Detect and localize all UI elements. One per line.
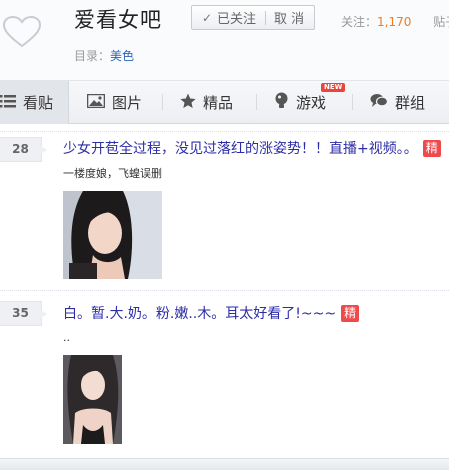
tab-featured[interactable]: 精品 — [180, 81, 233, 124]
thread-thumbnail[interactable] — [63, 191, 162, 279]
forum-avatar[interactable] — [0, 0, 52, 66]
catalog-label: 目录： — [74, 49, 111, 63]
bottom-bar — [0, 458, 449, 470]
row-divider — [0, 290, 449, 292]
featured-badge: 精 — [422, 140, 441, 157]
catalog: 目录：美色 — [74, 47, 134, 64]
unfollow-button[interactable]: 取 消 — [274, 8, 304, 27]
forum-title[interactable]: 爱看女吧 — [74, 4, 162, 34]
forum-header: 爱看女吧 ✓ 已关注 取 消 关注：1,170 贴子 目录：美色 — [0, 0, 449, 80]
photo-thumbnail — [63, 191, 162, 279]
tab-posts-label: 看贴 — [23, 94, 54, 112]
follow-toggle[interactable]: ✓ 已关注 取 消 — [191, 5, 315, 30]
post-list-icon — [0, 94, 16, 112]
thread-title-text[interactable]: 白。暂.大.奶。粉.嫩..木。耳太好看了!~~~ — [63, 306, 336, 322]
followers-label: 关注： — [341, 15, 378, 29]
tab-divider — [162, 94, 163, 110]
thread-title[interactable]: 白。暂.大.奶。粉.嫩..木。耳太好看了!~~~ 精 — [63, 303, 360, 323]
tab-games-label: 游戏 — [296, 94, 327, 112]
posts-label: 贴子 — [433, 15, 449, 29]
game-icon — [274, 92, 289, 113]
tab-pictures[interactable]: 图片 — [86, 81, 143, 124]
check-icon: ✓ — [201, 10, 213, 25]
heart-icon — [2, 16, 42, 48]
tab-posts[interactable]: 看贴 — [0, 81, 69, 124]
new-badge: NEW — [321, 83, 346, 92]
thread-thumbnail[interactable] — [63, 355, 122, 444]
followers-count: 1,170 — [377, 15, 412, 29]
thread-title-text[interactable]: 少女开苞全过程，没见过落红的涨姿势！！直播+视频。。 — [63, 141, 418, 157]
group-chat-icon — [370, 93, 389, 112]
featured-badge: 精 — [341, 305, 360, 322]
tab-games[interactable]: 游戏 — [274, 81, 326, 124]
followed-label: 已关注 — [217, 12, 257, 27]
photo-thumbnail — [63, 355, 122, 444]
catalog-link[interactable]: 美色 — [110, 49, 134, 63]
tab-divider — [352, 94, 353, 110]
star-icon — [180, 93, 196, 113]
tab-groups-label: 群组 — [395, 94, 426, 112]
tab-pictures-label: 图片 — [112, 94, 143, 112]
row-divider — [0, 131, 449, 133]
tab-groups[interactable]: 群组 — [370, 81, 425, 124]
thread-abstract: .. — [63, 331, 70, 344]
forum-stats: 关注：1,170 贴子 — [341, 13, 449, 30]
tab-divider — [256, 94, 257, 110]
divider — [265, 10, 267, 25]
tab-featured-label: 精品 — [203, 94, 234, 112]
forum-nav: 看贴 图片 精品 游戏 群组 — [0, 80, 449, 124]
thread-abstract: 一楼度娘，飞蝗误删 — [63, 167, 162, 180]
thread-title[interactable]: 少女开苞全过程，没见过落红的涨姿势！！直播+视频。。精 — [63, 138, 441, 158]
reply-count: 35 — [0, 301, 47, 326]
picture-icon — [86, 93, 106, 112]
reply-count: 28 — [0, 137, 47, 162]
